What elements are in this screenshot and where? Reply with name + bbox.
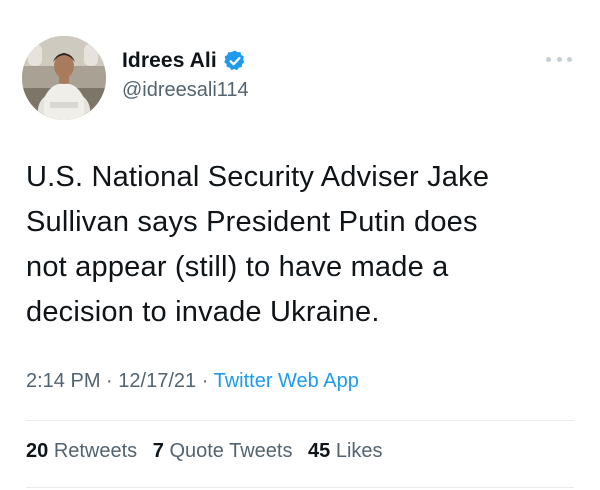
retweets-count: 20	[26, 440, 49, 462]
verified-badge-icon	[223, 49, 247, 73]
meta-separator: ·	[106, 370, 113, 392]
quote-tweets-label: Quote Tweets	[169, 440, 293, 462]
tweet-date[interactable]: 12/17/21	[118, 370, 196, 392]
tweet-text-line: U.S. National Security Adviser Jake	[26, 161, 490, 193]
more-dot	[546, 56, 551, 62]
avatar-image	[22, 36, 106, 120]
user-handle[interactable]: @idreesali114	[122, 79, 249, 102]
retweets-stat[interactable]: 20 Retweets	[26, 440, 137, 462]
tweet-stats: 20 Retweets 7 Quote Tweets 45 Likes	[26, 440, 393, 463]
tweet-text: U.S. National Security Adviser Jake Sull…	[26, 155, 576, 335]
likes-stat[interactable]: 45 Likes	[308, 440, 383, 462]
tweet-meta: 2:14 PM · 12/17/21 · Twitter Web App	[26, 370, 359, 393]
retweets-label: Retweets	[53, 440, 138, 462]
quote-tweets-count: 7	[152, 440, 164, 462]
user-info[interactable]: Idrees Ali @idreesali114	[122, 46, 249, 102]
likes-label: Likes	[335, 440, 383, 462]
meta-separator: ·	[201, 370, 209, 392]
tweet-time[interactable]: 2:14 PM	[26, 370, 100, 392]
divider	[26, 487, 574, 488]
avatar[interactable]	[22, 36, 106, 120]
quote-tweets-stat[interactable]: 7 Quote Tweets	[153, 440, 293, 462]
tweet-text-line: decision to invade Ukraine.	[26, 296, 380, 328]
tweet-text-line: not appear (still) to have made a	[26, 251, 449, 283]
tweet-card: Idrees Ali @idreesali114 U.S. National S…	[0, 0, 600, 490]
more-horizontal-icon[interactable]	[546, 54, 572, 64]
tweet-source-link[interactable]: Twitter Web App	[214, 370, 359, 392]
display-name[interactable]: Idrees Ali	[122, 49, 217, 73]
divider	[26, 420, 574, 421]
tweet-header: Idrees Ali @idreesali114	[22, 36, 582, 122]
more-dot	[556, 56, 562, 62]
more-dot	[567, 56, 572, 62]
tweet-text-line: Sullivan says President Putin does	[26, 206, 478, 238]
likes-count: 45	[308, 440, 331, 462]
name-row: Idrees Ali	[122, 46, 249, 76]
